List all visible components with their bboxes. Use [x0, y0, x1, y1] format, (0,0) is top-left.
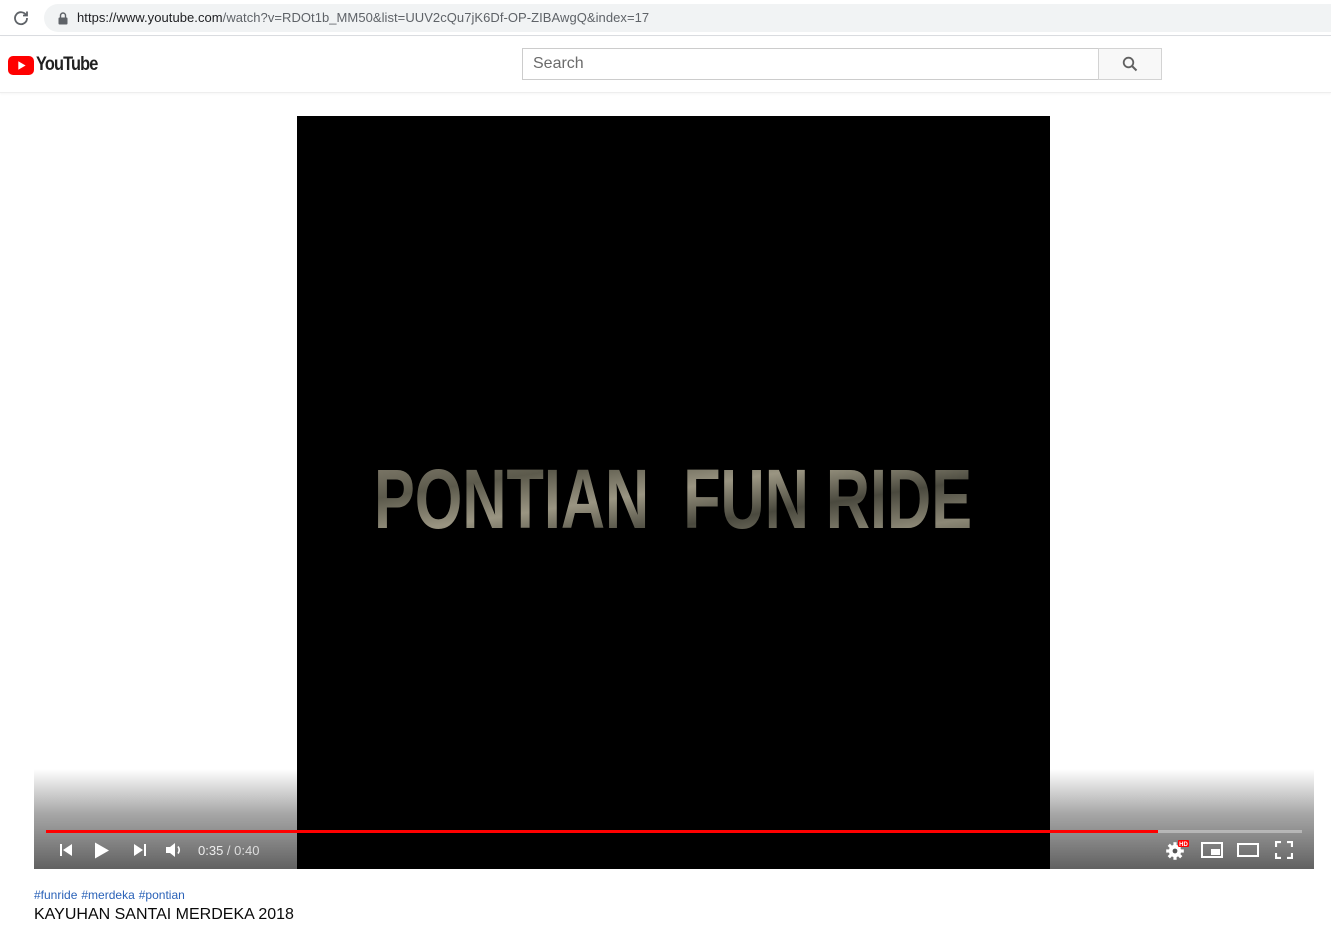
url-host: https://www.youtube.com — [77, 10, 223, 25]
search-input[interactable] — [522, 48, 1098, 80]
fullscreen-button[interactable] — [1271, 838, 1297, 862]
overlay-title-text: PONTIAN FUN RIDE — [374, 452, 972, 546]
youtube-logo[interactable]: YouTube — [8, 54, 107, 76]
volume-icon — [166, 843, 181, 857]
search-box — [522, 48, 1162, 80]
video-frame[interactable]: PONTIAN FUN RIDE — [297, 116, 1050, 869]
theater-mode-icon — [1237, 843, 1259, 857]
hashtag-link[interactable]: #funride — [34, 888, 77, 902]
gear-icon: HD — [1166, 840, 1189, 860]
reload-icon[interactable] — [10, 7, 32, 29]
mute-button[interactable] — [162, 838, 186, 862]
youtube-play-logo-icon — [8, 55, 34, 75]
search-icon — [1122, 56, 1138, 72]
play-button[interactable] — [90, 838, 114, 862]
url-text: https://www.youtube.com/watch?v=RDOt1b_M… — [77, 10, 649, 25]
hashtag-list: #funride #merdeka #pontian — [34, 888, 189, 902]
theater-mode-button[interactable] — [1235, 838, 1261, 862]
settings-button[interactable]: HD — [1164, 838, 1190, 862]
hashtag-link[interactable]: #pontian — [139, 888, 185, 902]
url-path: /watch?v=RDOt1b_MM50&list=UUV2cQu7jK6Df-… — [222, 10, 650, 25]
video-player[interactable]: PONTIAN FUN RIDE 0:35 / 0:40 HD — [34, 116, 1314, 869]
fullscreen-icon — [1275, 841, 1293, 859]
time-display: 0:35 / 0:40 — [198, 843, 259, 858]
youtube-masthead: YouTube — [0, 37, 1331, 93]
address-bar[interactable]: https://www.youtube.com/watch?v=RDOt1b_M… — [44, 4, 1331, 32]
duration: 0:40 — [234, 843, 260, 858]
skip-previous-icon — [60, 844, 72, 856]
current-time: 0:35 — [198, 843, 224, 858]
video-title: KAYUHAN SANTAI MERDEKA 2018 — [34, 906, 294, 923]
miniplayer-button[interactable] — [1199, 838, 1225, 862]
lock-icon — [56, 11, 70, 25]
skip-next-icon — [134, 844, 146, 856]
youtube-wordmark: YouTube — [36, 54, 98, 75]
miniplayer-icon — [1201, 842, 1223, 858]
progress-bar[interactable] — [46, 830, 1302, 833]
progress-played — [46, 830, 1158, 833]
next-button[interactable] — [128, 838, 152, 862]
search-button[interactable] — [1098, 48, 1162, 80]
time-separator: / — [223, 843, 235, 858]
video-overlay-title: PONTIAN FUN RIDE — [374, 452, 972, 546]
hashtag-link[interactable]: #merdeka — [81, 888, 134, 902]
hd-badge-label: HD — [1179, 842, 1188, 848]
play-icon — [95, 842, 109, 858]
previous-button[interactable] — [54, 838, 78, 862]
browser-toolbar: https://www.youtube.com/watch?v=RDOt1b_M… — [0, 0, 1331, 36]
